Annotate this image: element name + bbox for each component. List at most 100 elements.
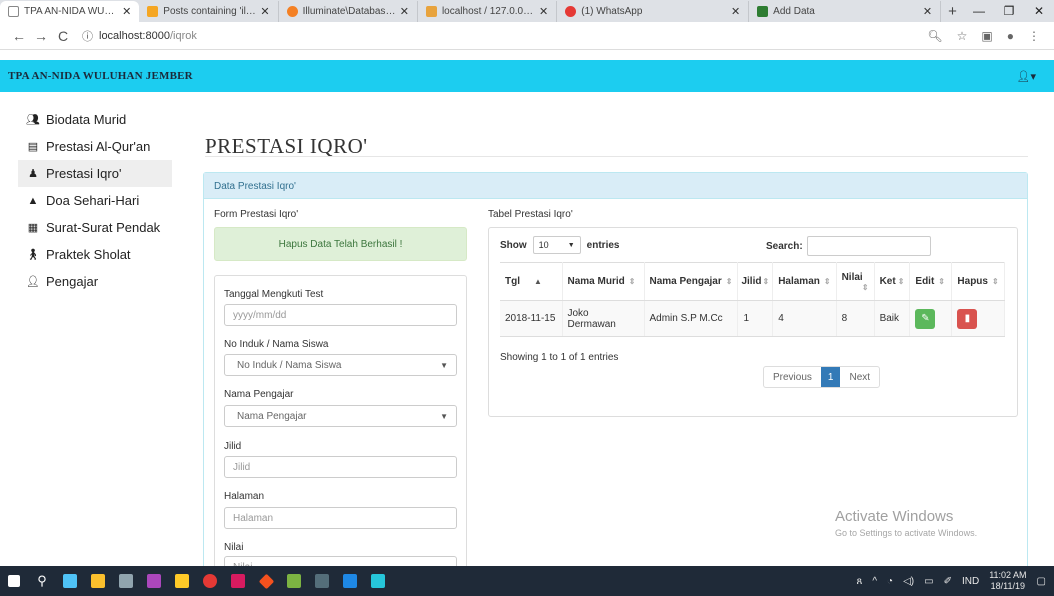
restore-icon[interactable]: ❐ (994, 4, 1024, 18)
browser-tab[interactable]: Illuminate\Database\Q ✕ (279, 1, 418, 22)
extension-icon[interactable]: ▣ (981, 29, 992, 43)
column-header-nilai[interactable]: Nilai ⇕ (836, 262, 875, 301)
halaman-input[interactable]: Halaman (224, 507, 457, 529)
zoom-icon[interactable]: 🔍︎ (927, 29, 942, 43)
sidebar-item-label: Prestasi Al-Qur'an (46, 139, 151, 154)
siswa-select[interactable]: No Induk / Nama Siswa ▼ (224, 354, 457, 376)
column-header-ket[interactable]: Ket ⇕ (874, 262, 911, 301)
user-plus-icon: 👤︎ (26, 276, 40, 288)
pen-icon[interactable]: ✐ (944, 576, 952, 587)
people-icon[interactable]: ጸ (856, 576, 862, 587)
browser-tab[interactable]: localhost / 127.0.0.1 / t ✕ (418, 1, 558, 22)
new-tab-button[interactable]: + (941, 1, 964, 22)
previous-button[interactable]: Previous (764, 367, 821, 387)
search-input[interactable] (806, 236, 931, 256)
delete-button[interactable]: ▮ (957, 308, 978, 329)
edit-button[interactable]: ✎ (915, 308, 936, 329)
sidebar-item-label: Praktek Sholat (46, 247, 131, 262)
pagination: Previous 1 Next (763, 366, 881, 388)
column-header-jilid[interactable]: Jilid⇕ (737, 262, 774, 301)
battery-icon[interactable]: ▭ (924, 576, 933, 587)
page-1-button[interactable]: 1 (820, 367, 841, 387)
browser-tab-strip: TPA AN-NIDA WULUHA ✕ Posts containing 'i… (0, 0, 1054, 22)
close-icon[interactable]: ✕ (731, 5, 740, 18)
star-icon[interactable]: ☆ (957, 29, 968, 43)
forward-icon[interactable]: → (30, 28, 52, 44)
close-icon[interactable]: ✕ (923, 5, 932, 18)
close-icon[interactable]: ✕ (122, 5, 131, 18)
sidebar-item-praktek-sholat[interactable]: 🚶︎ Praktek Sholat (18, 241, 172, 268)
close-icon[interactable]: ✕ (539, 5, 548, 18)
sidebar-item-prestasi-iqro[interactable]: ♟ Prestasi Iqro' (18, 160, 172, 187)
brand-title[interactable]: TPA AN-NIDA WULUHAN JEMBER (8, 70, 193, 82)
entries-select[interactable]: 10 ▼ (532, 236, 581, 254)
app-icon[interactable] (56, 566, 84, 596)
tanggal-input[interactable]: yyyy/mm/dd (224, 304, 457, 326)
app-icon[interactable] (364, 566, 392, 596)
column-header-nama-murid[interactable]: Nama Murid ⇕ (562, 262, 645, 301)
watermark-title: Activate Windows (835, 508, 954, 525)
page-icon (8, 6, 19, 17)
chevron-up-icon[interactable]: ^ (872, 576, 877, 587)
sidebar-item-surat[interactable]: ▦ Surat-Surat Pendak (18, 214, 172, 241)
browser-tab[interactable]: (1) WhatsApp ✕ (557, 1, 750, 22)
column-header-nama-pengajar[interactable]: Nama Pengajar ⇕ (644, 262, 739, 301)
sticky-notes-icon[interactable] (84, 566, 112, 596)
reload-icon[interactable]: C (52, 28, 74, 44)
window-controls: — ❐ ✕ (964, 0, 1054, 22)
jilid-input[interactable]: Jilid (224, 456, 457, 478)
app-icon[interactable] (112, 566, 140, 596)
close-window-icon[interactable]: ✕ (1024, 4, 1054, 18)
file-explorer-icon[interactable] (168, 566, 196, 596)
watermark-subtitle: Go to Settings to activate Windows. (835, 528, 978, 538)
git-icon[interactable] (252, 566, 280, 596)
terminal-icon[interactable] (308, 566, 336, 596)
close-icon[interactable]: ✕ (260, 5, 269, 18)
minimize-icon[interactable]: — (964, 4, 994, 18)
browser-tab[interactable]: Add Data ✕ (749, 1, 942, 22)
column-header-tgl[interactable]: Tgl ▲ (500, 262, 563, 301)
phpstorm-icon[interactable] (224, 566, 252, 596)
next-button[interactable]: Next (840, 367, 879, 387)
clock-date: 18/11/19 (990, 581, 1026, 591)
close-icon[interactable]: ✕ (400, 5, 409, 18)
powershell-icon[interactable] (336, 566, 364, 596)
table-info: Showing 1 to 1 of 1 entries (500, 352, 619, 363)
column-header-hapus[interactable]: Hapus ⇕ (951, 262, 1005, 301)
search-icon[interactable]: ⚲ (28, 566, 56, 596)
column-header-edit[interactable]: Edit ⇕ (909, 262, 953, 301)
chrome-icon[interactable] (196, 566, 224, 596)
tab-title: (1) WhatsApp (581, 6, 643, 17)
entries-label: entries (586, 239, 620, 251)
back-icon[interactable]: ← (8, 28, 30, 44)
sidebar-item-doa[interactable]: ▲ Doa Sehari-Hari (18, 187, 172, 214)
activate-windows-watermark: Activate Windows Go to Settings to activ… (835, 508, 977, 538)
pengajar-label: Nama Pengajar (224, 389, 294, 400)
sort-icon: ⇕ (628, 277, 636, 286)
menu-icon[interactable]: ⋮ (1028, 29, 1040, 43)
sort-icon: ⇕ (823, 277, 831, 286)
info-icon[interactable]: ⓘ (82, 28, 93, 44)
profile-icon[interactable]: ● (1007, 29, 1014, 43)
pengajar-select[interactable]: Nama Pengajar ▼ (224, 405, 457, 427)
tab-title: TPA AN-NIDA WULUHA (24, 6, 118, 17)
user-menu-icon[interactable]: 👤︎▾ (1017, 70, 1037, 83)
volume-icon[interactable]: ◁) (903, 576, 914, 587)
sort-asc-icon: ▲ (534, 277, 542, 286)
browser-tab[interactable]: TPA AN-NIDA WULUHA ✕ (0, 1, 140, 22)
notepad-icon[interactable] (280, 566, 308, 596)
sidebar-item-biodata-murid[interactable]: 👥︎ Biodata Murid (18, 106, 172, 133)
stackoverflow-icon (286, 6, 298, 17)
language-indicator[interactable]: IND (962, 576, 979, 587)
sidebar-item-pengajar[interactable]: 👤︎ Pengajar (18, 268, 172, 295)
network-icon[interactable]: ◔ (887, 576, 893, 587)
sidebar-item-prestasi-alquran[interactable]: ▤ Prestasi Al-Qur'an (18, 133, 172, 160)
browser-tab[interactable]: Posts containing 'illumi ✕ (139, 1, 279, 22)
app-icon[interactable] (140, 566, 168, 596)
clock[interactable]: 11:02 AM 18/11/19 (989, 570, 1026, 592)
tanggal-label: Tanggal Mengkuti Test (224, 289, 324, 300)
windows-start-icon[interactable] (0, 566, 28, 596)
url-input[interactable]: ⓘ localhost:8000/iqrok (82, 25, 927, 47)
column-header-halaman[interactable]: Halaman ⇕ (772, 262, 837, 301)
notification-icon[interactable]: ▢ (1037, 576, 1046, 587)
